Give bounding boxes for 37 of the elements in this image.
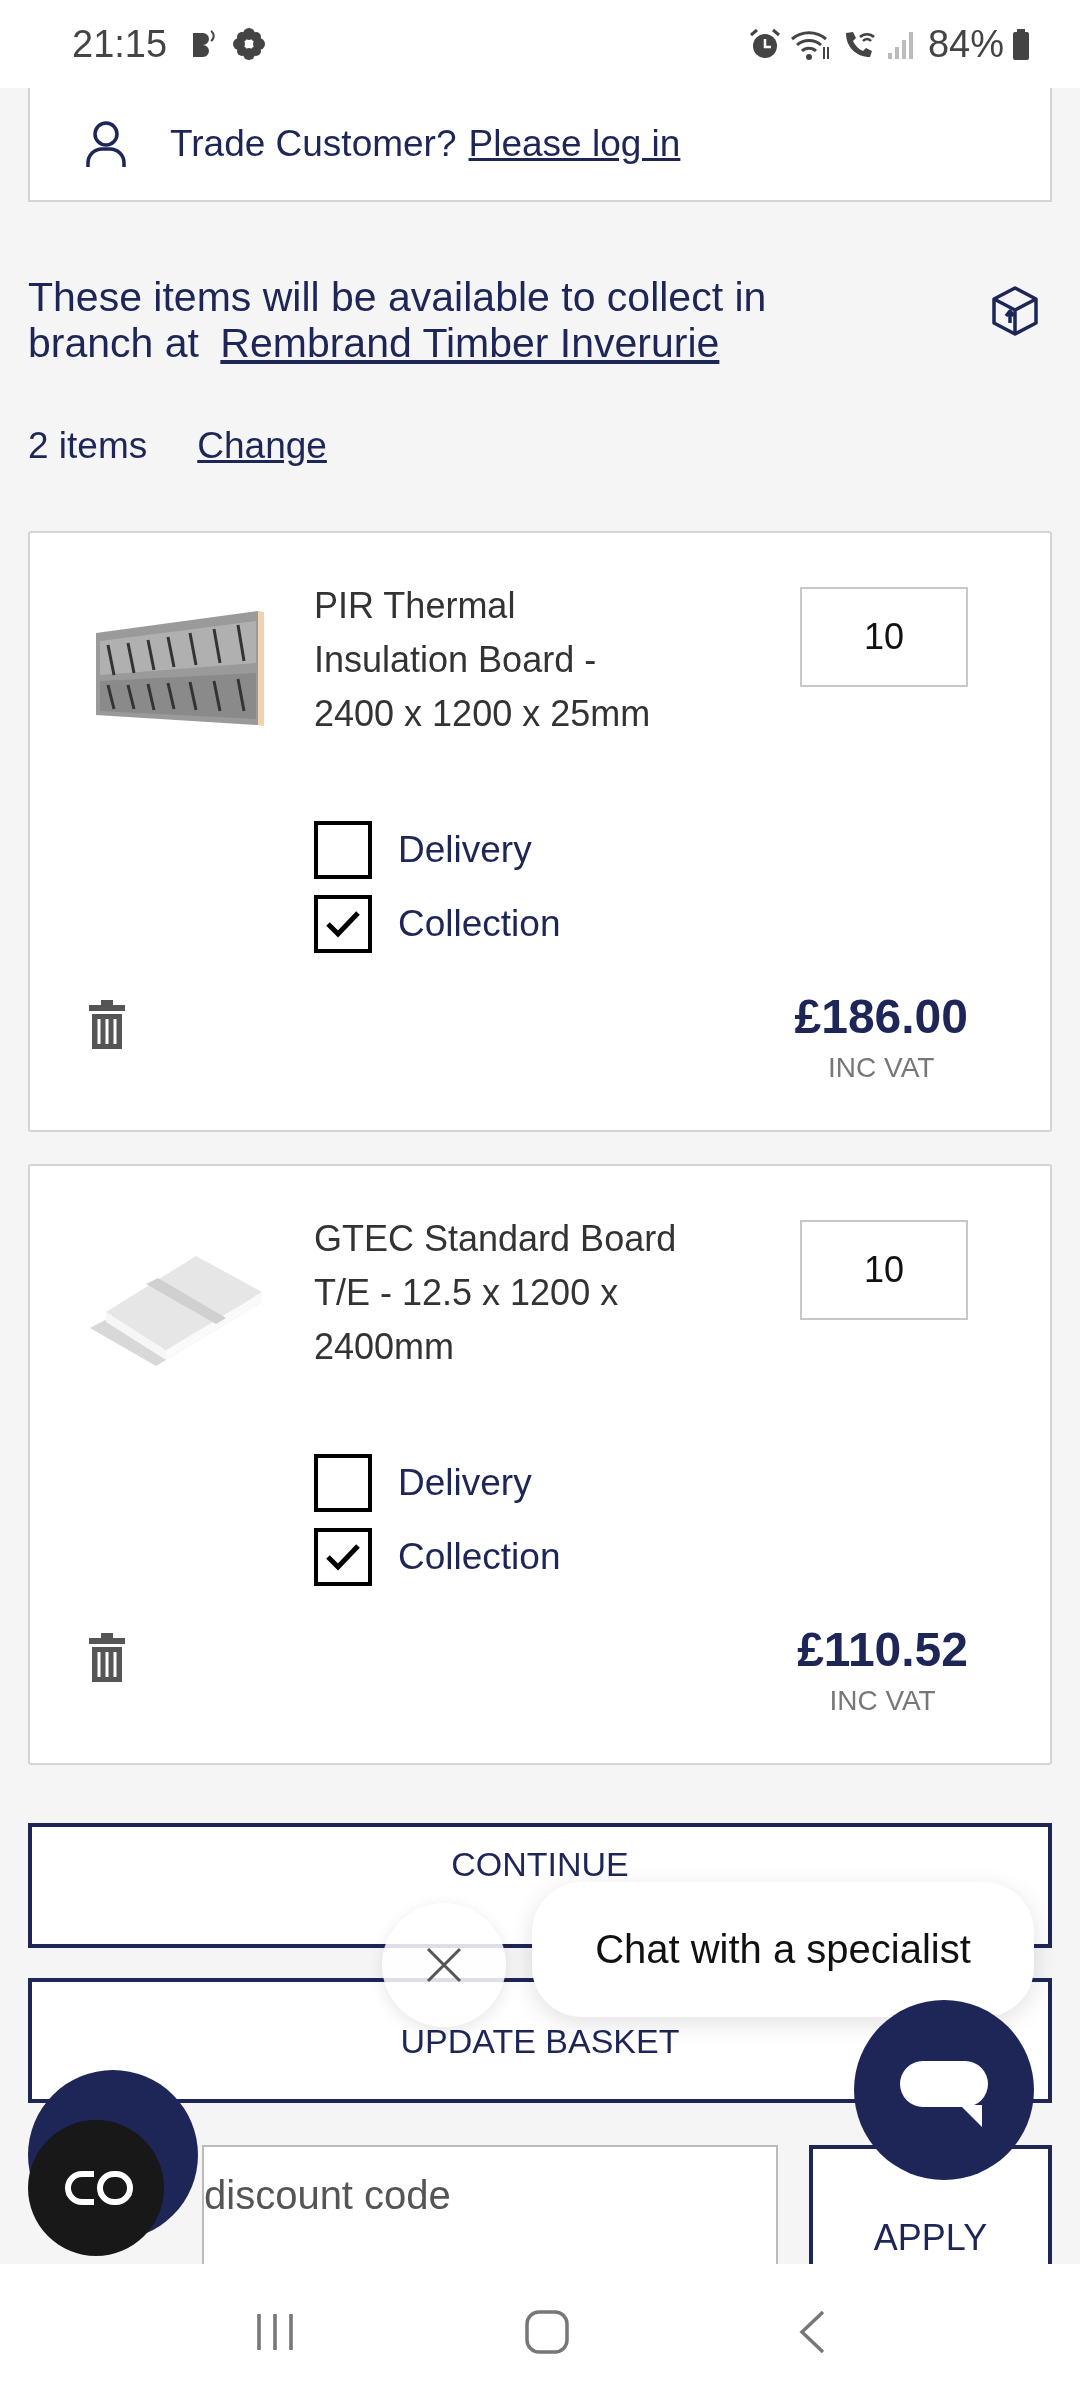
checkbox[interactable] — [314, 821, 372, 879]
checkbox[interactable] — [314, 895, 372, 953]
floating-link-button[interactable] — [28, 2070, 198, 2256]
alarm-icon — [747, 27, 782, 61]
product-title: PIR Thermal Insulation Board - 2400 x 1200 x 25mm — [314, 584, 652, 736]
check-icon — [325, 1542, 361, 1572]
product-title: GTEC Standard Board T/E - 12.5 x 1200 x 2400mm — [314, 1217, 677, 1369]
vat-note: INC VAT — [829, 1685, 936, 1717]
price: £186.00 — [794, 989, 968, 1044]
option-label: Collection — [398, 903, 561, 945]
quantity-field[interactable]: 10 — [800, 587, 968, 687]
home-icon[interactable] — [524, 2309, 570, 2355]
check-icon — [325, 909, 361, 939]
status-time: 21:15 — [72, 22, 168, 66]
trash-icon[interactable] — [88, 1632, 126, 1682]
item-count: 2 items — [28, 425, 148, 467]
checkbox[interactable] — [314, 1528, 372, 1586]
collection-notice: These items will be available to collect in branch at Rembrand Timber Inverurie — [28, 274, 768, 366]
chat-tooltip[interactable]: Chat with a specialist — [532, 1882, 1034, 2017]
price: £110.52 — [797, 1622, 968, 1677]
person-icon — [86, 121, 126, 167]
option-label: Delivery — [398, 1462, 532, 1504]
change-link[interactable]: Change — [197, 425, 327, 467]
flower-icon — [231, 26, 268, 62]
battery-percent: 84% — [927, 22, 1004, 66]
quantity-field[interactable]: 10 — [800, 1220, 968, 1320]
discount-code-field[interactable]: discount code — [202, 2145, 778, 2264]
option-label: Collection — [398, 1536, 561, 1578]
branch-link[interactable]: Rembrand Timber Inverurie — [220, 320, 720, 366]
login-link[interactable]: Please log in — [468, 123, 681, 165]
trash-icon[interactable] — [88, 999, 126, 1049]
checkbox[interactable] — [314, 1454, 372, 1512]
trade-customer-prompt: Trade Customer? — [170, 123, 457, 165]
battery-icon — [1012, 27, 1030, 61]
vat-note: INC VAT — [828, 1052, 935, 1084]
option-label: Delivery — [398, 829, 532, 871]
close-icon — [424, 1945, 464, 1985]
